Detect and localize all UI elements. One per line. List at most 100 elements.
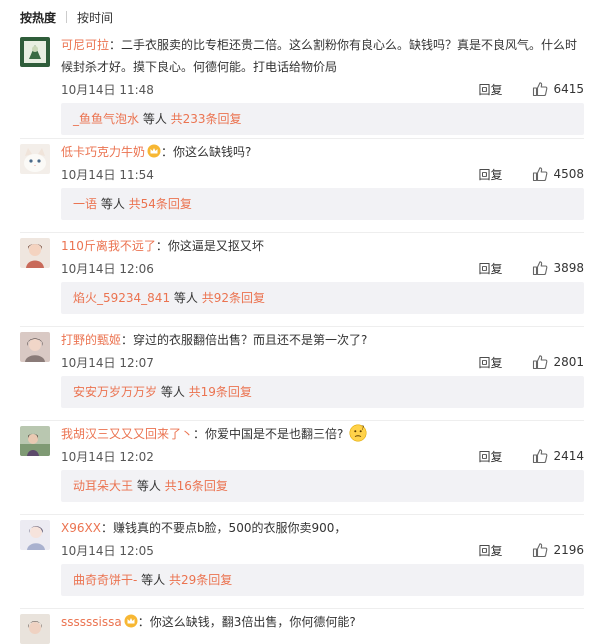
sub-replies-box[interactable]: 焰火_59234_841 等人 共92条回复 (61, 282, 584, 314)
sub-replies-box[interactable]: _鱼鱼气泡水 等人 共233条回复 (61, 103, 584, 135)
comment-text: 我胡汉三又又又回来了丶：你爱中国是不是也翻三倍?? (61, 423, 584, 445)
comment-item: 打野的甄姬：穿过的衣服翻倍出售？而且还不是第一次了? 10月14日 12:07 … (0, 329, 600, 423)
comment-text: 可尼可拉：二手衣服卖的比专柜还贵二倍。这么割粉你有良心么。缺钱吗？真是不良风气。… (61, 34, 584, 56)
comment-username[interactable]: 我胡汉三又又又回来了丶 (61, 427, 193, 441)
comment-time: 10月14日 12:07 (61, 355, 154, 370)
comment-time: 10月14日 12:05 (61, 543, 154, 558)
sub-reply-mid: 等人 (157, 385, 189, 399)
comment-content: ：你爱中国是不是也翻三倍? (193, 427, 344, 441)
comment-username[interactable]: X96XX (61, 521, 101, 535)
sub-reply-count[interactable]: 共29条回复 (169, 573, 232, 587)
comment-divider (20, 138, 584, 139)
avatar[interactable] (20, 614, 50, 644)
thumbs-up-icon (533, 355, 548, 370)
comment-item: X96XX：赚钱真的不要点b脸，500的衣服你卖900， 10月14日 12:0… (0, 517, 600, 611)
reply-button[interactable]: 回复 (478, 260, 502, 277)
comment-meta: 10月14日 12:07 回复 2801 (61, 351, 584, 373)
sub-reply-user[interactable]: 一语 (73, 197, 97, 211)
like-button[interactable]: 2196 (532, 542, 584, 558)
sub-reply-mid: 等人 (97, 197, 129, 211)
like-button[interactable]: 2414 (532, 448, 584, 464)
sub-reply-user[interactable]: 安安万岁万万岁 (73, 385, 157, 399)
sort-divider (66, 11, 68, 23)
comment-text: 低卡巧克力牛奶 ：你这么缺钱吗? (61, 141, 584, 163)
comment-username[interactable]: 打野的甄姬 (61, 333, 121, 347)
comment-time: 10月14日 11:48 (61, 82, 154, 97)
comment-time: 10月14日 12:02 (61, 449, 154, 464)
comment-text: X96XX：赚钱真的不要点b脸，500的衣服你卖900， (61, 517, 584, 539)
avatar[interactable] (20, 426, 50, 456)
comment-content: ：你这逼是又抠又坏 (155, 239, 264, 253)
sub-replies-box[interactable]: 安安万岁万万岁 等人 共19条回复 (61, 376, 584, 408)
comment-text: ssssssissa ：你这么缺钱，翻3倍出售，你何德何能? (61, 611, 584, 633)
avatar[interactable] (20, 144, 50, 174)
sort-by-hot-tab[interactable]: 按热度 (20, 9, 56, 26)
sub-reply-count[interactable]: 共54条回复 (129, 197, 192, 211)
comment-divider (20, 232, 584, 233)
comment-meta: 10月14日 12:05 回复 2196 (61, 539, 584, 561)
comment-content: ：你这么缺钱，翻3倍出售，你何德何能? (137, 615, 356, 629)
thumbs-up-icon (533, 261, 548, 276)
like-button[interactable]: 4508 (532, 166, 584, 182)
like-button[interactable]: 6415 (532, 81, 584, 97)
like-count: 3898 (553, 261, 584, 275)
svg-text:?: ? (362, 425, 365, 432)
sub-reply-user[interactable]: 焰火_59234_841 (73, 291, 170, 305)
comment-username[interactable]: 低卡巧克力牛奶 (61, 145, 145, 159)
avatar[interactable] (20, 332, 50, 362)
sub-reply-mid: 等人 (133, 479, 165, 493)
comment-username[interactable]: 110斤离我不远了 (61, 239, 156, 253)
comment-content: ：二手衣服卖的比专柜还贵二倍。这么割粉你有良心么。缺钱吗？真是不良风气。什么时 (109, 38, 578, 52)
comment-time: 10月14日 12:06 (61, 261, 154, 276)
like-button[interactable]: 2801 (532, 354, 584, 370)
comment-item: 可尼可拉：二手衣服卖的比专柜还贵二倍。这么割粉你有良心么。缺钱吗？真是不良风气。… (0, 34, 600, 141)
sort-bar: 按热度 按时间 (0, 0, 600, 34)
sub-reply-user[interactable]: 曲奇奇饼干- (73, 573, 137, 587)
comment-item: 110斤离我不远了：你这逼是又抠又坏 10月14日 12:06 回复 3898 … (0, 235, 600, 329)
sub-reply-count[interactable]: 共16条回复 (165, 479, 228, 493)
like-count: 2414 (553, 449, 584, 463)
thinking-emoji-icon: ? (349, 424, 367, 442)
comment-item: 我胡汉三又又又回来了丶：你爱中国是不是也翻三倍?? 10月14日 12:02 回… (0, 423, 600, 517)
reply-button[interactable]: 回复 (478, 354, 502, 371)
sub-reply-count[interactable]: 共233条回复 (171, 112, 242, 126)
reply-button[interactable]: 回复 (478, 542, 502, 559)
comment-username[interactable]: 可尼可拉 (61, 38, 109, 52)
sub-reply-count[interactable]: 共19条回复 (189, 385, 252, 399)
sub-reply-count[interactable]: 共92条回复 (202, 291, 265, 305)
reply-button[interactable]: 回复 (478, 81, 502, 98)
comment-item: ssssssissa ：你这么缺钱，翻3倍出售，你何德何能? (0, 611, 600, 644)
comment-divider (20, 326, 584, 327)
comment-divider (20, 514, 584, 515)
like-count: 6415 (553, 82, 584, 96)
crown-badge-icon (147, 144, 161, 158)
like-count: 2801 (553, 355, 584, 369)
comment-content: ：你这么缺钱吗? (161, 145, 252, 159)
avatar[interactable] (20, 37, 50, 67)
reply-button[interactable]: 回复 (478, 448, 502, 465)
sub-reply-user[interactable]: _鱼鱼气泡水 (73, 112, 139, 126)
sub-replies-box[interactable]: 动耳朵大王 等人 共16条回复 (61, 470, 584, 502)
comment-username[interactable]: ssssssissa (61, 615, 122, 629)
comment-meta: 10月14日 12:02 回复 2414 (61, 445, 584, 467)
avatar[interactable] (20, 520, 50, 550)
sub-reply-mid: 等人 (137, 573, 169, 587)
comment-list: 可尼可拉：二手衣服卖的比专柜还贵二倍。这么割粉你有良心么。缺钱吗？真是不良风气。… (0, 34, 600, 644)
comment-content: ：赚钱真的不要点b脸，500的衣服你卖900， (100, 521, 347, 535)
sub-reply-mid: 等人 (170, 291, 202, 305)
like-button[interactable]: 3898 (532, 260, 584, 276)
thumbs-up-icon (533, 449, 548, 464)
sub-replies-box[interactable]: 曲奇奇饼干- 等人 共29条回复 (61, 564, 584, 596)
like-count: 4508 (553, 167, 584, 181)
reply-button[interactable]: 回复 (478, 166, 502, 183)
sub-replies-box[interactable]: 一语 等人 共54条回复 (61, 188, 584, 220)
comment-divider (20, 420, 584, 421)
sort-by-time-tab[interactable]: 按时间 (77, 9, 113, 26)
comment-time: 10月14日 11:54 (61, 167, 154, 182)
comment-content-cont: 候封杀才好。摸下良心。何德何能。打电话给物价局 (61, 60, 338, 74)
like-count: 2196 (553, 543, 584, 557)
avatar[interactable] (20, 238, 50, 268)
thumbs-up-icon (533, 82, 548, 97)
sub-reply-user[interactable]: 动耳朵大王 (73, 479, 133, 493)
thumbs-up-icon (533, 167, 548, 182)
